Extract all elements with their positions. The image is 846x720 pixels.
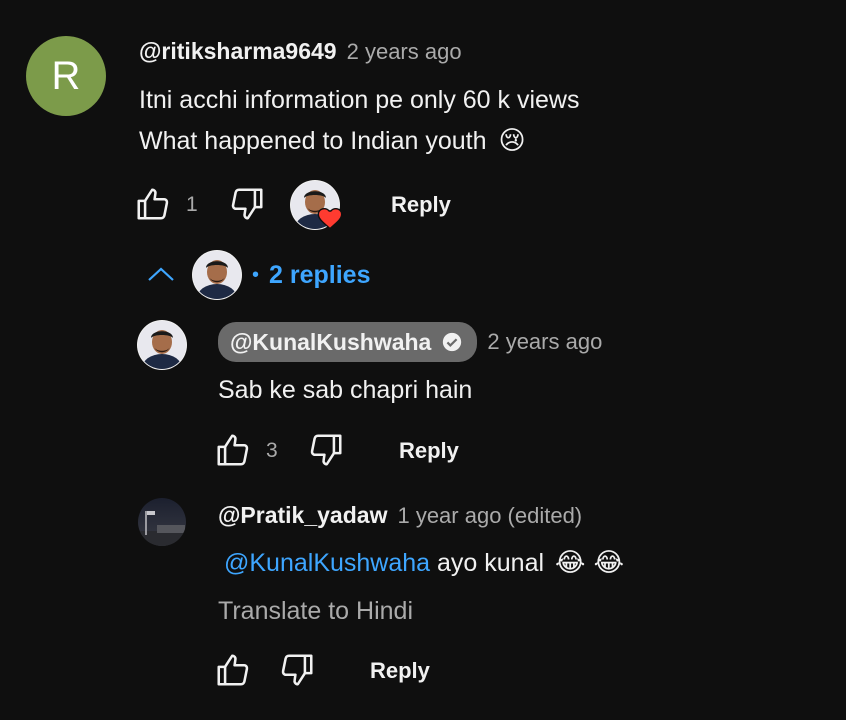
avatar-letter: R [51,53,81,98]
laughing-emojis: 😂 😂 [555,548,625,578]
reply-1-author-handle: @KunalKushwaha [230,328,432,355]
reply-2-message: ayo kunal [430,548,551,577]
mention-link[interactable]: @KunalKushwaha [224,549,430,578]
comment-header: @ritiksharma9649 2 years ago [139,38,462,65]
reply-2-reply-button[interactable]: Reply [370,658,430,684]
reply-1-dislike-button[interactable] [306,430,346,470]
reply-2-dislike-button[interactable] [277,650,317,690]
thumbs-up-icon [217,654,249,686]
reply-1-like-count: 3 [266,439,278,462]
reply-button[interactable]: Reply [391,192,451,218]
heart-icon [317,207,343,230]
replies-toggle[interactable]: • 2 replies [146,250,370,300]
reply-2-like-button[interactable] [213,650,253,690]
chevron-up-icon [148,267,174,281]
creator-avatar-small [192,250,242,300]
kunal-avatar-icon [137,320,187,370]
reply-2-author-handle[interactable]: @Pratik_yadaw [218,502,387,529]
reply-2-avatar[interactable] [137,497,187,552]
translate-link[interactable]: Translate to Hindi [218,597,413,626]
reply-1-avatar[interactable] [137,320,187,375]
comment-timestamp[interactable]: 2 years ago [347,39,462,65]
verified-check-icon [443,332,462,352]
reply-2-text: @KunalKushwaha ayo kunal 😂 😂 [224,548,624,578]
comment-line-2-text: What happened to Indian youth [139,126,487,155]
creator-handle-chip[interactable]: @KunalKushwaha [218,322,478,362]
commenter-avatar[interactable]: R [26,36,106,116]
reply-1-text: Sab ke sab chapri hain [218,376,473,404]
reply-2-header: @Pratik_yadaw 1 year ago (edited) [218,502,582,529]
thumbs-down-icon [281,654,313,686]
thumbs-up-icon [137,188,169,220]
comment-author-handle[interactable]: @ritiksharma9649 [139,38,337,65]
reply-1-timestamp[interactable]: 2 years ago [487,329,602,355]
dislike-button[interactable] [227,184,267,224]
like-button[interactable] [133,184,173,224]
reply-1-like-button[interactable] [213,430,253,470]
like-count: 1 [186,193,198,216]
replies-count-label[interactable]: 2 replies [269,261,370,290]
creator-heart-badge [290,180,344,234]
dot-separator: • [252,263,260,286]
thumbs-down-icon [231,188,263,220]
thumbs-up-icon [217,434,249,466]
reply-1-reply-button[interactable]: Reply [399,438,459,464]
reply-1-header: @KunalKushwaha 2 years ago [218,322,602,362]
thumbs-down-icon [310,434,342,466]
reply-2-timestamp[interactable]: 1 year ago (edited) [397,503,582,529]
comment-text-line-2: What happened to Indian youth 😢 [139,126,526,156]
comment-text-line-1: Itni acchi information pe only 60 k view… [139,86,580,114]
pratik-avatar-icon [138,498,186,546]
crying-emoji: 😢 [498,126,526,156]
